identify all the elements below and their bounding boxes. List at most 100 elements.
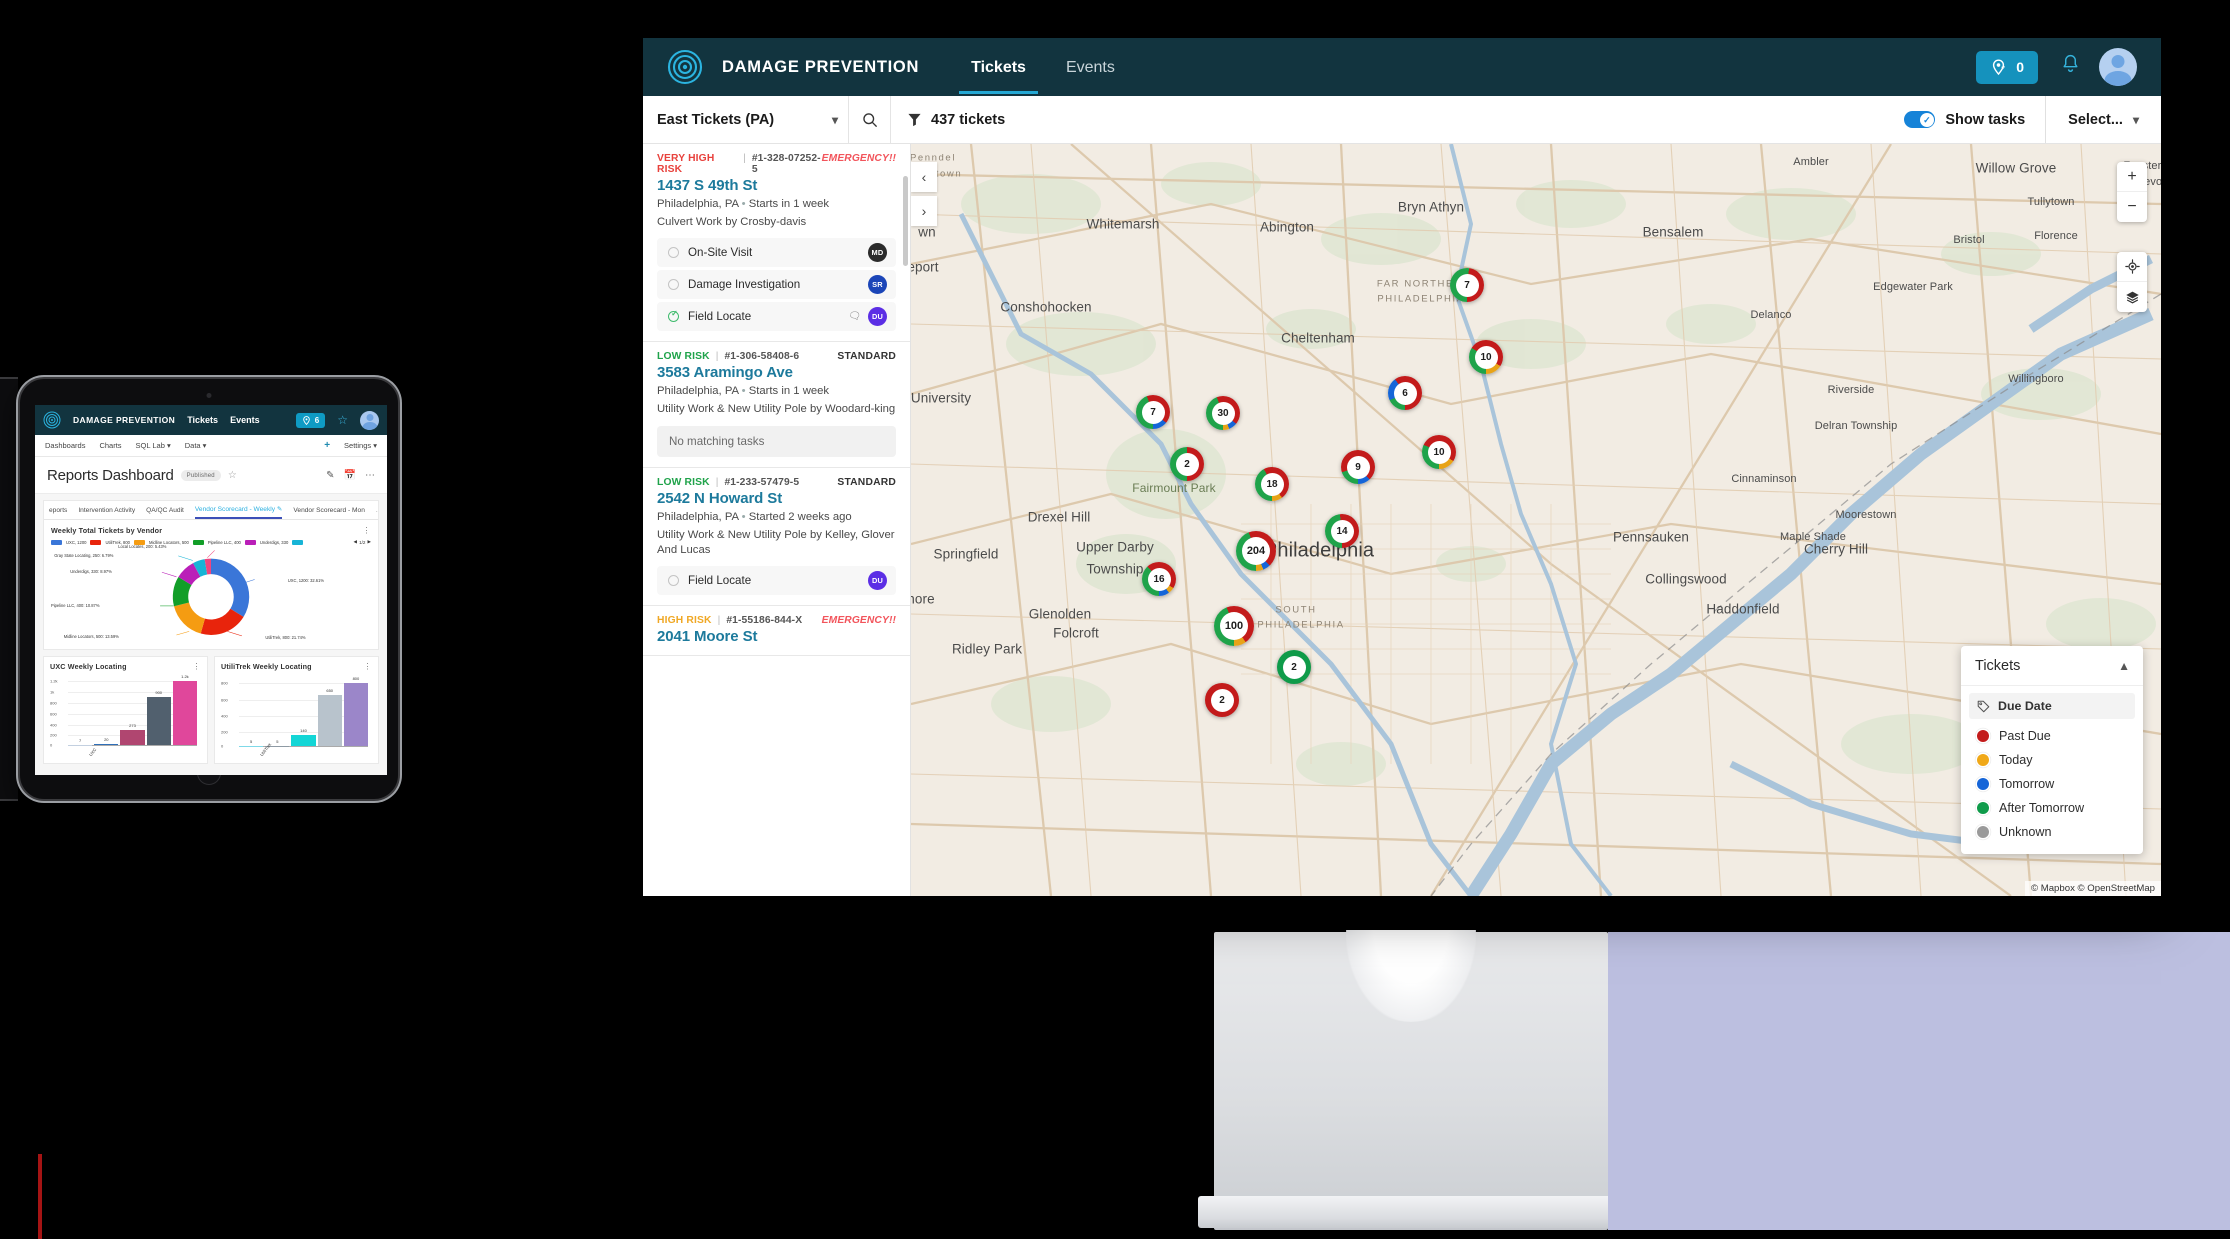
menu-dashboards[interactable]: Dashboards [45, 441, 85, 450]
map-cluster-marker[interactable]: 9 [1341, 450, 1375, 484]
utilitrek-chart-kebab-icon[interactable]: ⋮ [364, 662, 373, 671]
task-status-radio[interactable] [668, 574, 679, 586]
task-row[interactable]: Field Locate 🗨 DU [657, 302, 896, 332]
map-locate-button[interactable] [2117, 252, 2147, 282]
uxc-bar-5[interactable]: 1.2k [172, 674, 198, 745]
ticket-list-item[interactable]: LOW RISK | #1-306-58408-6 STANDARD 3583 … [643, 342, 910, 468]
legend-group-due-date[interactable]: Due Date [1969, 693, 2135, 719]
map-cluster-marker[interactable]: 2 [1170, 447, 1204, 481]
legend-item-tomorrow[interactable]: Tomorrow [1969, 772, 2135, 796]
settings-menu[interactable]: Settings ▾ [344, 441, 377, 450]
task-status-radio[interactable] [668, 247, 679, 259]
chevron-up-icon[interactable]: ▲ [2118, 659, 2130, 673]
show-tasks-toggle[interactable] [1904, 111, 1936, 128]
tab-intervention-activity[interactable]: Intervention Activity [78, 503, 135, 518]
task-row[interactable]: Damage Investigation SR [657, 270, 896, 300]
nav-tab-events[interactable]: Events [1054, 40, 1127, 94]
map-legend-panel[interactable]: Tickets ▲ Due Date Past Due Today Tomorr… [1961, 646, 2143, 854]
map-cluster-marker[interactable]: 2 [1277, 650, 1311, 684]
task-status-radio-done[interactable] [668, 309, 680, 323]
ticket-number: #1-233-57479-5 [724, 476, 800, 488]
edit-pencil-icon[interactable]: ✎ [326, 470, 334, 481]
ut-bar-5[interactable]: 800 [343, 676, 369, 746]
map-cluster-marker[interactable]: 2 [1205, 683, 1239, 717]
map-cluster-marker[interactable]: 16 [1142, 562, 1176, 596]
ticket-list-item[interactable]: LOW RISK | #1-233-57479-5 STANDARD 2542 … [643, 468, 910, 606]
map-cluster-marker[interactable]: 100 [1214, 606, 1254, 646]
map-cluster-marker[interactable]: 7 [1450, 268, 1484, 302]
task-assignee-avatar[interactable]: DU [868, 570, 887, 590]
ticket-list-item[interactable]: HIGH RISK | #1-55186-844-X EMERGENCY!! 2… [643, 606, 910, 656]
map-zoom-out-button[interactable]: − [2117, 192, 2147, 222]
map-cluster-marker[interactable]: 6 [1388, 376, 1422, 410]
map-pan-left-button[interactable]: ‹ [911, 162, 937, 192]
ticket-address[interactable]: 3583 Aramingo Ave [657, 364, 896, 381]
ticket-view-select[interactable]: East Tickets (PA) ▾ [643, 96, 849, 143]
legend-item-unknown[interactable]: Unknown [1969, 820, 2135, 844]
legend-header[interactable]: Tickets ▲ [1961, 646, 2143, 686]
menu-sql-lab[interactable]: SQL Lab ▾ [136, 441, 171, 450]
task-assignee-avatar[interactable]: DU [868, 307, 887, 327]
task-row[interactable]: On-Site Visit MD [657, 238, 896, 268]
map-pin-badge[interactable]: 0 [1976, 50, 2038, 84]
user-avatar-icon[interactable] [2099, 48, 2137, 86]
tablet-tab-events[interactable]: Events [230, 415, 260, 425]
map-zoom-in-button[interactable]: + [2117, 162, 2147, 192]
map-cluster-marker[interactable]: 18 [1255, 467, 1289, 501]
map-cluster-marker[interactable]: 14 [1325, 514, 1359, 548]
user-avatar-icon[interactable] [360, 410, 379, 430]
legend-item-past-due[interactable]: Past Due [1969, 724, 2135, 748]
map-cluster-marker[interactable]: 10 [1469, 340, 1503, 374]
ticket-list-panel[interactable]: VERY HIGH RISK | #1-328-07252-5 EMERGENC… [643, 144, 911, 896]
uxc-ytick-0: 0 [50, 742, 53, 748]
calendar-icon[interactable]: 📅 [344, 470, 356, 481]
map-panel[interactable]: Penndel Levittown Ambler Willow Grove Fe… [911, 144, 2161, 896]
task-assignee-avatar[interactable]: SR [868, 275, 887, 295]
bell-icon[interactable] [2060, 53, 2081, 81]
ut-bar-4[interactable]: 650 [317, 688, 342, 746]
ut-bar-3[interactable]: 140 [291, 728, 316, 746]
ticket-count-filter[interactable]: 437 tickets [891, 96, 1021, 143]
tab-reports[interactable]: eports [49, 503, 67, 518]
uxc-chart-kebab-icon[interactable]: ⋮ [193, 662, 202, 671]
show-tasks-control[interactable]: Show tasks [1904, 96, 2047, 143]
comment-icon[interactable]: 🗨 [848, 311, 861, 322]
task-status-radio[interactable] [668, 279, 679, 291]
ticket-address[interactable]: 2542 N Howard St [657, 490, 896, 507]
more-dots-icon[interactable]: ⋯ [365, 470, 375, 481]
tab-overflow-icon[interactable]: ... [376, 507, 378, 514]
nav-tab-tickets[interactable]: Tickets [959, 40, 1038, 94]
tab-vendor-scorecard-monthly[interactable]: Vendor Scorecard - Mon [293, 503, 364, 518]
legend-item-today[interactable]: Today [1969, 748, 2135, 772]
legend-item-after-tomorrow[interactable]: After Tomorrow [1969, 796, 2135, 820]
map-cluster-marker[interactable]: 204 [1236, 531, 1276, 571]
ticket-list-item[interactable]: VERY HIGH RISK | #1-328-07252-5 EMERGENC… [643, 144, 910, 343]
donut-label-pipeline: Pipeline LLC, 400: 10.87% [51, 603, 100, 608]
tablet-tab-tickets[interactable]: Tickets [187, 415, 218, 425]
menu-charts[interactable]: Charts [99, 441, 121, 450]
ticket-list-scrollbar[interactable] [903, 176, 908, 266]
bell-icon[interactable]: ☆ [337, 413, 348, 427]
search-button[interactable] [849, 96, 891, 143]
uxc-bar-2[interactable]: 20 [94, 737, 119, 745]
ticket-address[interactable]: 1437 S 49th St [657, 177, 896, 194]
map-layers-button[interactable] [2117, 282, 2147, 312]
map-cluster-marker[interactable]: 7 [1136, 395, 1170, 429]
map-cluster-marker[interactable]: 10 [1422, 435, 1456, 469]
map-attribution[interactable]: © Mapbox © OpenStreetMap [2025, 881, 2161, 896]
map-cluster-marker[interactable]: 30 [1206, 396, 1240, 430]
menu-data[interactable]: Data ▾ [185, 441, 207, 450]
chart-kebab-icon[interactable]: ⋮ [363, 526, 372, 535]
tab-qa-qc-audit[interactable]: QA/QC Audit [146, 503, 184, 518]
select-dropdown[interactable]: Select... ▾ [2046, 112, 2161, 128]
task-row[interactable]: Field Locate DU [657, 565, 896, 595]
tablet-pin-badge[interactable]: 6 [295, 412, 326, 428]
map-pan-right-button[interactable]: › [911, 196, 937, 226]
uxc-bar-3[interactable]: 273 [120, 723, 145, 745]
add-button[interactable]: + [324, 440, 330, 451]
uxc-bar-4[interactable]: 900 [146, 690, 171, 745]
star-icon[interactable]: ☆ [228, 470, 237, 481]
task-assignee-avatar[interactable]: MD [868, 243, 887, 263]
ticket-address[interactable]: 2041 Moore St [657, 628, 896, 645]
tab-vendor-scorecard-weekly[interactable]: Vendor Scorecard - Weekly ✎ [194, 501, 283, 519]
